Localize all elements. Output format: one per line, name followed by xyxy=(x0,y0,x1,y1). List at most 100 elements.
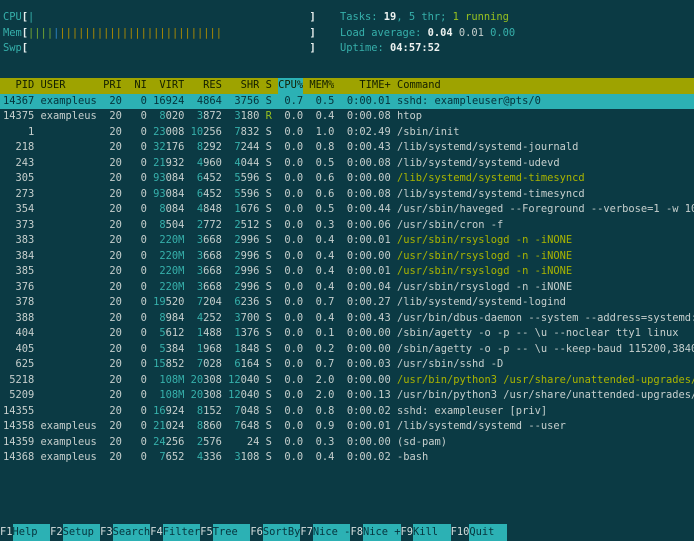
cell-ni: 0 xyxy=(128,171,147,187)
process-row[interactable]: 143552001692481527048S0.00.80:00.02sshd:… xyxy=(0,404,694,420)
process-row[interactable]: 384200220M36682996S0.00.40:00.00/usr/sbi… xyxy=(0,249,694,265)
cell-virt: 220M xyxy=(153,233,184,249)
cell-cmd: /usr/sbin/rsyslogd -n -iNONE xyxy=(397,249,572,265)
cell-pri: 20 xyxy=(103,202,122,218)
fkey-help[interactable]: F1Help xyxy=(0,526,50,538)
process-row[interactable]: 120023008102567832S0.01.00:02.49/sbin/in… xyxy=(0,125,694,141)
process-row[interactable]: 405200538419681848S0.00.20:00.00/sbin/ag… xyxy=(0,342,694,358)
cell-shr: 12040 xyxy=(228,388,259,404)
process-row[interactable]: 5218200108M2030812040S0.02.00:00.00/usr/… xyxy=(0,373,694,389)
column-header-shr[interactable]: SHR xyxy=(228,78,259,94)
cell-user: exampleus xyxy=(41,450,97,466)
column-header-pid[interactable]: PID xyxy=(3,78,34,94)
cpu-meter-label: CPU xyxy=(3,11,22,23)
process-row[interactable]: 2432002193249604044S0.00.50:00.08/lib/sy… xyxy=(0,156,694,172)
cell-virt: 24256 xyxy=(153,435,184,451)
cell-pri: 20 xyxy=(103,233,122,249)
fkey-number: F2 xyxy=(50,526,63,538)
column-header-time[interactable]: TIME+ xyxy=(341,78,391,94)
process-row[interactable]: 14375exampleus200802038723180R0.00.40:00… xyxy=(0,109,694,125)
cell-cmd: /usr/bin/python3 /usr/share/unattended-u… xyxy=(397,388,694,404)
load-average: Load average: 0.04 0.01 0.00 xyxy=(340,26,694,42)
fkey-filter[interactable]: F4Filter xyxy=(150,526,200,538)
column-header-cpu[interactable]: CPU% xyxy=(278,78,303,94)
swap-meter-open-bracket: [ xyxy=(22,42,28,54)
cell-res: 8292 xyxy=(191,140,222,156)
cell-ni: 0 xyxy=(128,404,147,420)
fkey-search[interactable]: F3Search xyxy=(100,526,150,538)
meter-bar-segment: |||| xyxy=(28,27,53,39)
process-row[interactable]: 14359exampleus20024256257624S0.00.30:00.… xyxy=(0,435,694,451)
cell-pid: 273 xyxy=(3,187,34,203)
process-row[interactable]: 3782001952072046236S0.00.70:00.27/lib/sy… xyxy=(0,295,694,311)
process-row[interactable]: 6252001585270286164S0.00.70:00.03/usr/sb… xyxy=(0,357,694,373)
cell-mem: 0.9 xyxy=(309,419,334,435)
cell-time: 0:00.44 xyxy=(341,202,391,218)
cell-virt: 21932 xyxy=(153,156,184,172)
process-table: PID USER PRI NI VIRT RES SHR S CPU% MEM% TIME+ Comm… xyxy=(0,78,694,466)
process-row[interactable]: 404200561214881376S0.00.10:00.00/sbin/ag… xyxy=(0,326,694,342)
cell-pid: 14375 xyxy=(3,109,34,125)
cell-time: 0:00.01 xyxy=(341,419,391,435)
process-row[interactable]: 354200808448481676S0.00.50:00.44/usr/sbi… xyxy=(0,202,694,218)
column-header-res[interactable]: RES xyxy=(191,78,222,94)
process-row[interactable]: 376200220M36682996S0.00.40:00.04/usr/sbi… xyxy=(0,280,694,296)
cell-ni: 0 xyxy=(128,233,147,249)
cell-cmd: /usr/bin/python3 /usr/share/unattended-u… xyxy=(397,373,694,389)
cell-pid: 5218 xyxy=(3,373,34,389)
cell-virt: 108M xyxy=(153,388,184,404)
cell-cpu: 0.0 xyxy=(278,187,303,203)
cell-time: 0:00.01 xyxy=(341,94,391,110)
column-header-virt[interactable]: VIRT xyxy=(153,78,184,94)
cell-s: S xyxy=(266,404,272,420)
column-header-pri[interactable]: PRI xyxy=(103,78,122,94)
column-header-mem[interactable]: MEM% xyxy=(309,78,334,94)
cell-mem: 0.1 xyxy=(309,326,334,342)
fkey-tree[interactable]: F5Tree xyxy=(200,526,250,538)
cell-virt: 220M xyxy=(153,264,184,280)
fkey-label: Kill xyxy=(413,524,451,541)
cpu-meter: CPU[|] xyxy=(3,10,333,26)
process-row[interactable]: 5209200108M2030812040S0.02.00:00.13/usr/… xyxy=(0,388,694,404)
cell-s: S xyxy=(266,249,272,265)
cell-pri: 20 xyxy=(103,311,122,327)
cell-pri: 20 xyxy=(103,280,122,296)
fkey-setup[interactable]: F2Setup xyxy=(50,526,100,538)
fkey-label: Search xyxy=(113,524,151,541)
process-row[interactable]: 2182003217682927244S0.00.80:00.43/lib/sy… xyxy=(0,140,694,156)
column-header-ni[interactable]: NI xyxy=(128,78,147,94)
cell-res: 4252 xyxy=(191,311,222,327)
process-row[interactable]: 2732009308464525596S0.00.60:00.08/lib/sy… xyxy=(0,187,694,203)
column-header-command[interactable]: Command xyxy=(397,78,441,94)
cell-res: 2772 xyxy=(191,218,222,234)
cpu-meter-close-bracket: ] xyxy=(310,11,316,23)
cell-virt: 220M xyxy=(153,249,184,265)
process-row[interactable]: 383200220M36682996S0.00.40:00.01/usr/sbi… xyxy=(0,233,694,249)
cell-pri: 20 xyxy=(103,171,122,187)
fkey-quit[interactable]: F10Quit xyxy=(451,526,507,538)
process-row[interactable]: 388200898442523700S0.00.40:00.43/usr/bin… xyxy=(0,311,694,327)
process-row[interactable]: 14358exampleus2002102488607648S0.00.90:0… xyxy=(0,419,694,435)
process-row-selected[interactable]: 14367exampleus2001692448643756S0.70.50:0… xyxy=(0,94,694,110)
fkey-nice+[interactable]: F8Nice + xyxy=(350,526,400,538)
cell-time: 0:00.00 xyxy=(341,435,391,451)
fkey-kill[interactable]: F9Kill xyxy=(401,526,451,538)
cell-s: S xyxy=(266,435,272,451)
fkey-nice-[interactable]: F7Nice - xyxy=(300,526,350,538)
fkey-label: Filter xyxy=(163,524,201,541)
fkey-sortby[interactable]: F6SortBy xyxy=(250,526,300,538)
column-header-user[interactable]: USER xyxy=(41,78,97,94)
cell-time: 0:00.00 xyxy=(341,373,391,389)
column-header-s[interactable]: S xyxy=(266,78,272,94)
cell-res: 4960 xyxy=(191,156,222,172)
cell-shr: 1376 xyxy=(228,326,259,342)
process-row[interactable]: 14368exampleus200765243363108S0.00.40:00… xyxy=(0,450,694,466)
cell-ni: 0 xyxy=(128,249,147,265)
cell-ni: 0 xyxy=(128,326,147,342)
process-row[interactable]: 385200220M36682996S0.00.40:00.01/usr/sbi… xyxy=(0,264,694,280)
cell-pri: 20 xyxy=(103,249,122,265)
cell-ni: 0 xyxy=(128,357,147,373)
cell-cpu: 0.0 xyxy=(278,140,303,156)
process-row[interactable]: 3052009308464525596S0.00.60:00.00/lib/sy… xyxy=(0,171,694,187)
process-row[interactable]: 373200850427722512S0.00.30:00.06/usr/sbi… xyxy=(0,218,694,234)
